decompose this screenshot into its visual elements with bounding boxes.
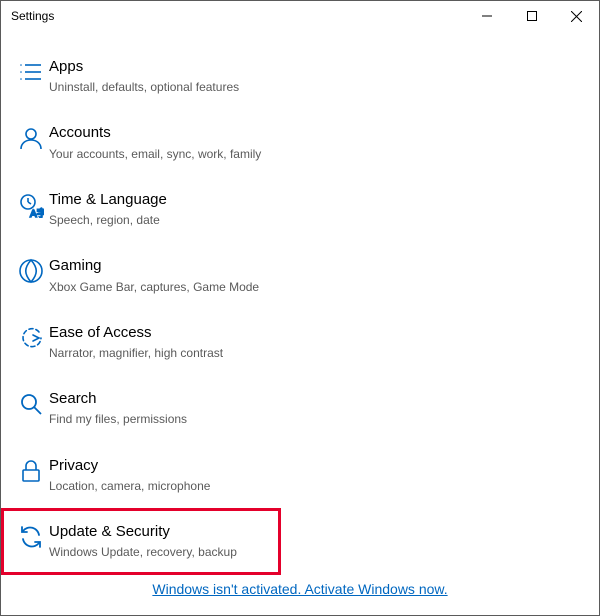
settings-item-accounts[interactable]: Accounts Your accounts, email, sync, wor… bbox=[1, 109, 281, 175]
settings-item-title: Update & Security bbox=[49, 522, 269, 542]
settings-item-update-security[interactable]: Update & Security Windows Update, recove… bbox=[1, 508, 281, 574]
settings-item-title: Accounts bbox=[49, 123, 269, 143]
privacy-icon bbox=[13, 456, 49, 484]
settings-item-title: Apps bbox=[49, 57, 269, 77]
settings-item-search[interactable]: Search Find my files, permissions bbox=[1, 375, 281, 441]
settings-item-desc: Your accounts, email, sync, work, family bbox=[49, 146, 269, 162]
update-security-icon bbox=[13, 522, 49, 550]
activation-link[interactable]: Windows isn't activated. Activate Window… bbox=[152, 581, 447, 597]
settings-item-gaming[interactable]: Gaming Xbox Game Bar, captures, Game Mod… bbox=[1, 242, 281, 308]
settings-item-desc: Find my files, permissions bbox=[49, 411, 269, 427]
window-controls bbox=[464, 1, 599, 31]
settings-item-title: Ease of Access bbox=[49, 323, 269, 343]
window-title: Settings bbox=[11, 9, 464, 23]
search-icon bbox=[13, 389, 49, 417]
gaming-icon bbox=[13, 256, 49, 284]
svg-text:A字: A字 bbox=[30, 207, 44, 218]
minimize-button[interactable] bbox=[464, 1, 509, 31]
ease-of-access-icon bbox=[13, 323, 49, 351]
apps-icon bbox=[13, 57, 49, 85]
settings-item-desc: Uninstall, defaults, optional features bbox=[49, 79, 269, 95]
maximize-button[interactable] bbox=[509, 1, 554, 31]
settings-item-ease-of-access[interactable]: Ease of Access Narrator, magnifier, high… bbox=[1, 309, 281, 375]
close-button[interactable] bbox=[554, 1, 599, 31]
settings-item-desc: Speech, region, date bbox=[49, 212, 269, 228]
titlebar: Settings bbox=[1, 1, 599, 31]
settings-item-privacy[interactable]: Privacy Location, camera, microphone bbox=[1, 442, 281, 508]
settings-item-apps[interactable]: Apps Uninstall, defaults, optional featu… bbox=[1, 43, 281, 109]
settings-item-desc: Xbox Game Bar, captures, Game Mode bbox=[49, 279, 269, 295]
accounts-icon bbox=[13, 123, 49, 151]
time-language-icon: A字 bbox=[13, 190, 49, 218]
settings-item-desc: Location, camera, microphone bbox=[49, 478, 269, 494]
settings-item-time-language[interactable]: A字 Time & Language Speech, region, date bbox=[1, 176, 281, 242]
settings-list: Apps Uninstall, defaults, optional featu… bbox=[1, 31, 599, 575]
settings-item-title: Gaming bbox=[49, 256, 269, 276]
activation-notice: Windows isn't activated. Activate Window… bbox=[1, 581, 599, 599]
settings-item-desc: Windows Update, recovery, backup bbox=[49, 544, 269, 560]
settings-item-title: Time & Language bbox=[49, 190, 269, 210]
settings-item-title: Search bbox=[49, 389, 269, 409]
settings-item-desc: Narrator, magnifier, high contrast bbox=[49, 345, 269, 361]
settings-item-title: Privacy bbox=[49, 456, 269, 476]
